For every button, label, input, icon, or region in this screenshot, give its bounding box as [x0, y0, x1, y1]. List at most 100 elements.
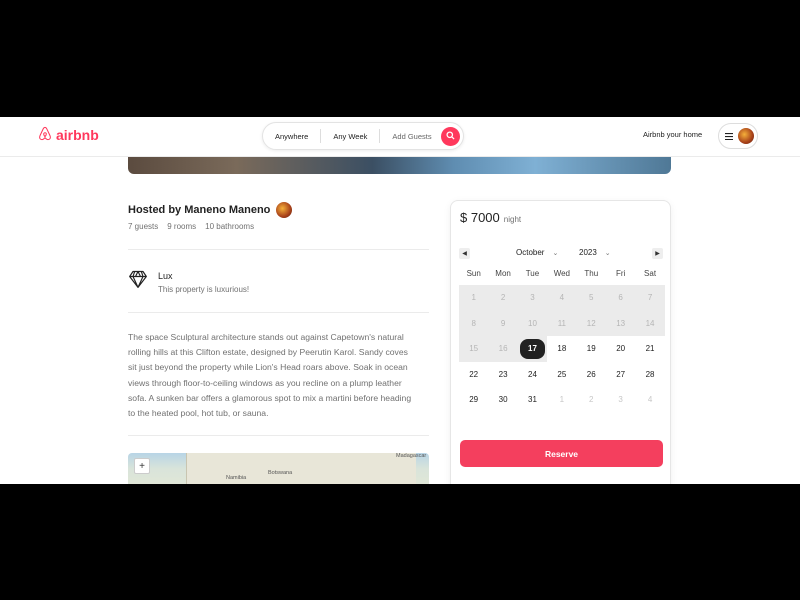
- calendar-day-today[interactable]: 17: [517, 336, 548, 362]
- weekday-label: Tue: [525, 269, 540, 278]
- weekday-label: Wed: [553, 269, 571, 278]
- calendar-week: 8 9 10 11 12 13 14: [459, 310, 665, 336]
- map-label-namibia: Namibia: [226, 475, 247, 481]
- host-title: Hosted by Maneno Maneno: [128, 204, 271, 216]
- calendar-day: 9: [488, 310, 518, 336]
- today-marker: 17: [519, 338, 545, 359]
- booking-card: $ 7000 night ◀ October ⌄ 2023 ⌄ ▶ Sun Mo…: [450, 200, 671, 484]
- rooms-count: 9 rooms: [167, 222, 197, 231]
- year-value: 2023: [579, 248, 597, 257]
- search-bar[interactable]: Anywhere Any Week Add Guests: [262, 122, 464, 150]
- calendar-day[interactable]: 28: [635, 362, 664, 388]
- search-icon: [446, 131, 455, 142]
- weekday-label: Thu: [584, 269, 599, 278]
- diamond-icon: [128, 269, 148, 294]
- calendar-day: 3: [517, 285, 548, 311]
- calendar-day[interactable]: 30: [488, 387, 517, 413]
- calendar-day[interactable]: 29: [459, 387, 488, 413]
- calendar-day: 15: [459, 336, 489, 362]
- airbnb-belo-icon: [38, 126, 52, 144]
- calendar-week: 1 2 3 4 5 6 7: [459, 285, 665, 311]
- user-avatar: [738, 128, 754, 144]
- search-guests[interactable]: Add Guests: [380, 132, 437, 141]
- listing-description: The space Sculptural architecture stands…: [128, 332, 412, 419]
- section-divider: [128, 312, 429, 313]
- weekday-header: Sun Mon Tue Wed Thu Fri Sat: [459, 269, 665, 285]
- month-select[interactable]: October ⌄: [516, 248, 558, 257]
- airbnb-your-home-link[interactable]: Airbnb your home: [643, 130, 702, 139]
- calendar-day[interactable]: 25: [547, 362, 576, 388]
- calendar-day-next-month: 2: [589, 395, 594, 405]
- calendar-day: 11: [547, 310, 577, 336]
- weekday-label: Fri: [615, 269, 626, 278]
- calendar-day-next-month: 4: [647, 395, 653, 405]
- chevron-down-icon: ⌄: [604, 249, 611, 257]
- calendar-week: 22 23 24 25 26 27 28: [459, 362, 665, 388]
- calendar-day[interactable]: 31: [518, 387, 547, 413]
- logo[interactable]: airbnb: [38, 126, 99, 144]
- prev-month-button[interactable]: ◀: [459, 248, 470, 259]
- calendar-week: 15 16 17 18 19 20 21: [459, 336, 665, 362]
- calendar-day: 2: [488, 285, 518, 311]
- calendar-day: 16: [488, 336, 518, 362]
- calendar-day[interactable]: 23: [488, 362, 517, 388]
- location-map[interactable]: Namibia Botswana Madagascar +: [128, 453, 429, 484]
- guests-count: 7 guests: [128, 222, 159, 231]
- calendar-day[interactable]: 19: [577, 336, 606, 362]
- listing-stats: 7 guests 9 rooms 10 bathrooms: [128, 222, 254, 231]
- calendar-grid: Sun Mon Tue Wed Thu Fri Sat 1 2 3 4 5 6 …: [459, 269, 665, 413]
- calendar-day: 4: [547, 285, 577, 311]
- weekday-label: Sun: [466, 269, 481, 278]
- caret-right-icon: ▶: [655, 251, 660, 257]
- year-select[interactable]: 2023 ⌄: [579, 248, 611, 257]
- search-week[interactable]: Any Week: [321, 132, 379, 141]
- reserve-button[interactable]: Reserve: [460, 440, 663, 467]
- calendar-day[interactable]: 21: [635, 336, 664, 362]
- calendar-day: 1: [459, 285, 489, 311]
- month-value: October: [516, 248, 545, 257]
- search-button[interactable]: [441, 127, 460, 146]
- calendar-day[interactable]: 18: [547, 336, 576, 362]
- search-location[interactable]: Anywhere: [263, 132, 320, 141]
- host-avatar[interactable]: [276, 202, 293, 218]
- calendar-day: 8: [459, 310, 489, 336]
- calendar-day: 6: [605, 285, 636, 311]
- weekday-label: Sat: [644, 269, 657, 278]
- feature-title: Lux: [158, 271, 173, 281]
- section-divider: [128, 249, 429, 250]
- section-divider: [128, 435, 429, 436]
- top-nav: airbnb Anywhere Any Week Add Guests Airb…: [0, 117, 800, 157]
- calendar-day[interactable]: 20: [606, 336, 635, 362]
- map-label-botswana: Botswana: [268, 470, 293, 476]
- map-label-madagascar: Madagascar: [396, 453, 427, 459]
- caret-left-icon: ◀: [462, 251, 467, 257]
- calendar-day[interactable]: 26: [577, 362, 606, 388]
- user-menu-button[interactable]: [718, 123, 758, 149]
- price-amount: $ 7000: [460, 210, 500, 225]
- map-zoom-in-button[interactable]: +: [134, 458, 150, 474]
- calendar-day-next-month: 1: [559, 395, 565, 405]
- host-heading: Hosted by Maneno Maneno: [128, 202, 293, 218]
- brand-name: airbnb: [56, 127, 99, 143]
- calendar-day[interactable]: 27: [606, 362, 635, 388]
- listing-photo: [128, 157, 671, 174]
- feature-lux: Lux This property is luxurious!: [128, 269, 249, 294]
- page: airbnb Anywhere Any Week Add Guests Airb…: [0, 117, 800, 484]
- calendar-header: ◀ October ⌄ 2023 ⌄ ▶: [459, 247, 664, 261]
- price: $ 7000 night: [460, 210, 521, 225]
- hamburger-icon: [725, 127, 733, 145]
- calendar-day: 13: [605, 310, 636, 336]
- calendar-day: 5: [576, 285, 606, 311]
- next-month-button[interactable]: ▶: [652, 248, 663, 259]
- calendar-day[interactable]: 24: [518, 362, 547, 388]
- price-unit: night: [503, 215, 522, 224]
- chevron-down-icon: ⌄: [552, 249, 559, 257]
- calendar-day-next-month: 3: [618, 395, 623, 405]
- feature-subtitle: This property is luxurious!: [158, 285, 250, 294]
- calendar-week: 29 30 31 1 2 3 4: [459, 387, 665, 413]
- calendar-day: 7: [635, 285, 665, 311]
- bathrooms-count: 10 bathrooms: [205, 222, 255, 231]
- calendar-day: 14: [635, 310, 665, 336]
- calendar-day: 10: [517, 310, 548, 336]
- calendar-day[interactable]: 22: [459, 362, 488, 388]
